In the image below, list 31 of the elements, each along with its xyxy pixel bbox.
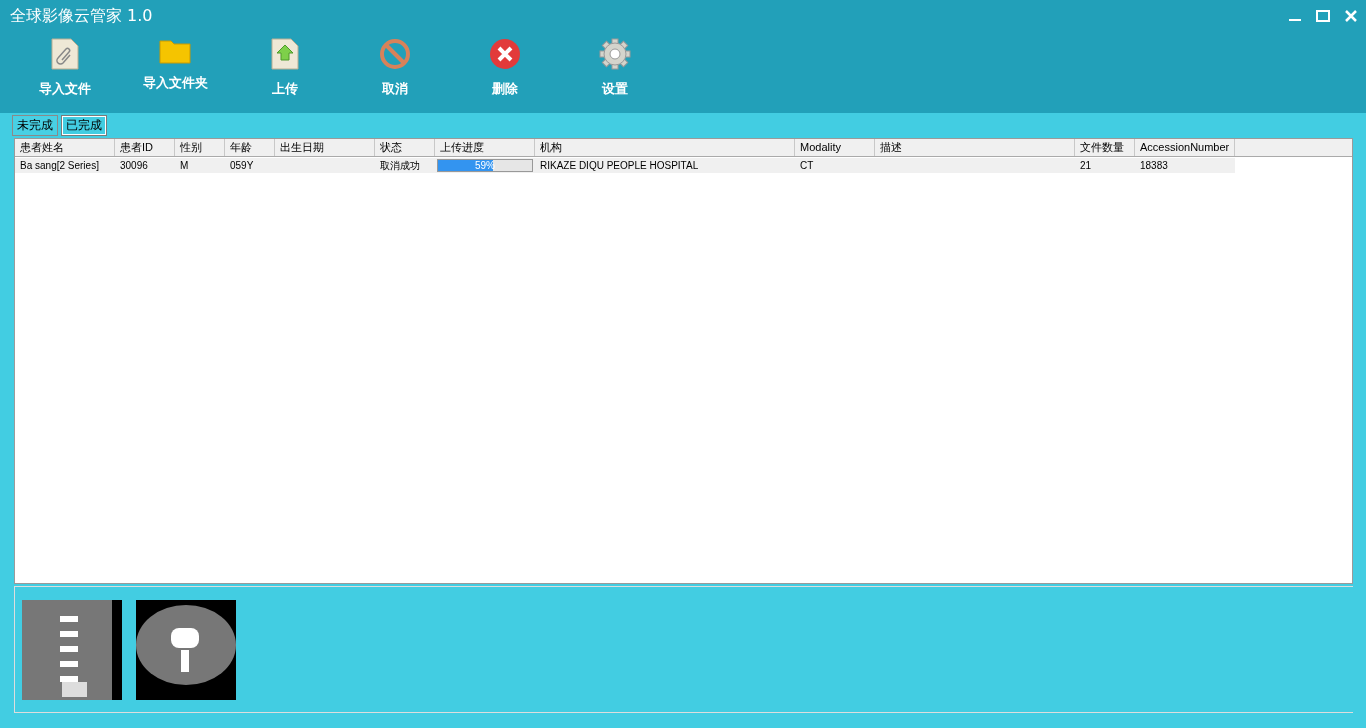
table-cell: 18383	[1140, 160, 1168, 171]
table-cell: 21	[1080, 160, 1092, 171]
tab[interactable]: 已完成	[61, 115, 107, 136]
tab[interactable]: 未完成	[12, 115, 58, 136]
upload-arrow-icon	[271, 38, 299, 70]
column-header[interactable]: 上传进度	[435, 139, 535, 156]
column-header[interactable]: 文件数量	[1075, 139, 1135, 156]
delete-icon	[489, 38, 521, 70]
table-cell: RIKAZE DIQU PEOPLE HOSPITAL	[540, 160, 699, 171]
table-cell: CT	[800, 160, 814, 171]
maximize-icon[interactable]	[1316, 10, 1330, 22]
paperclip-file-icon	[50, 38, 80, 70]
table-cell: M	[180, 160, 189, 171]
column-header[interactable]: 描述	[875, 139, 1075, 156]
prohibited-icon	[379, 38, 411, 70]
column-header[interactable]: 年龄	[225, 139, 275, 156]
window-title: 全球影像云管家 1.0	[10, 5, 154, 27]
table-cell: 30096	[120, 160, 148, 171]
folder-icon	[159, 38, 191, 64]
column-header[interactable]: AccessionNumber	[1135, 139, 1235, 156]
column-header[interactable]: 机构	[535, 139, 795, 156]
column-header[interactable]: 出生日期	[275, 139, 375, 156]
column-header[interactable]: 患者ID	[115, 139, 175, 156]
column-header[interactable]: 状态	[375, 139, 435, 156]
close-icon[interactable]	[1345, 10, 1357, 22]
column-header[interactable]: 患者姓名	[15, 139, 115, 156]
column-header[interactable]: Modality	[795, 139, 875, 156]
column-header[interactable]: 性别	[175, 139, 225, 156]
table-cell: Ba sang[2 Series]	[20, 160, 99, 171]
table-cell: 取消成功	[380, 160, 420, 171]
table-cell: 059Y	[230, 160, 254, 171]
